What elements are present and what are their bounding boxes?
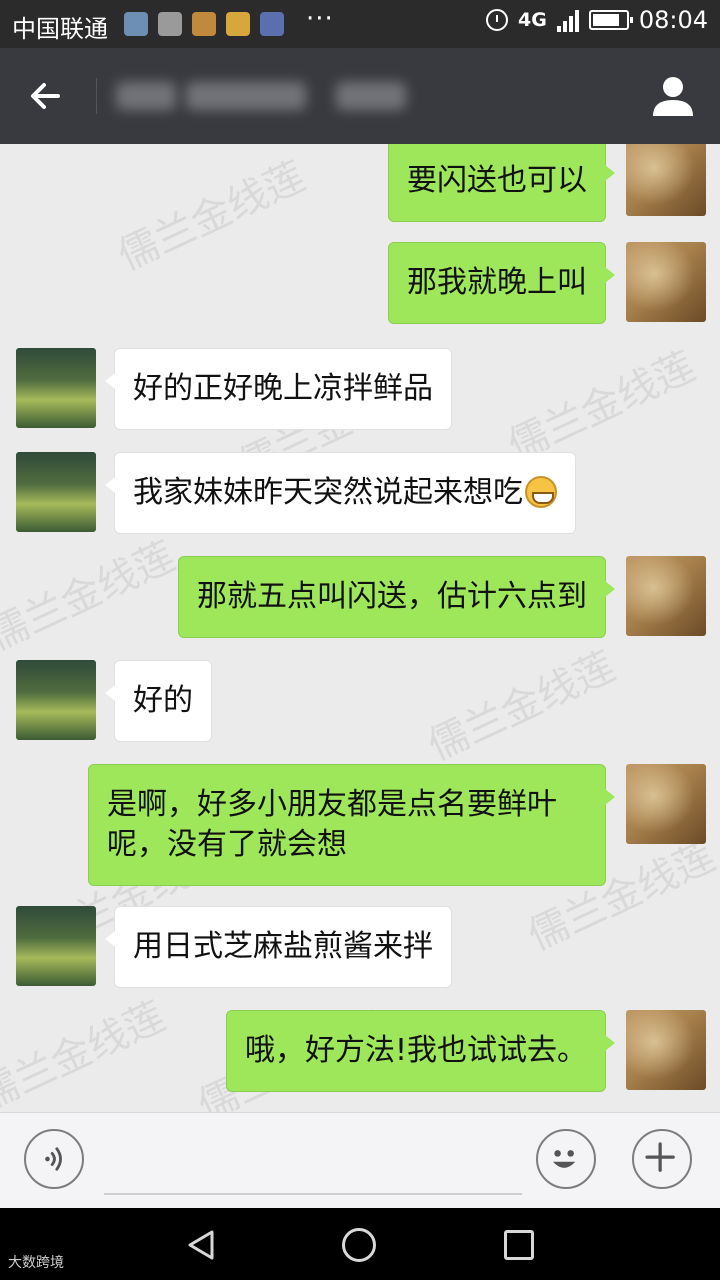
contact-name-blurred [116,74,416,118]
notification-icons [124,12,284,36]
watermark-text: 儒兰金线莲 [501,343,703,470]
back-arrow-icon[interactable] [22,72,70,120]
status-bar: 中国联通 ··· 4G 08:04 [0,0,720,48]
message-text: 那我就晚上叫 [407,265,587,300]
contact-profile-icon[interactable] [650,72,696,118]
my-message-bubble[interactable]: 那我就晚上叫 [388,242,615,324]
nav-recent-apps-icon[interactable] [504,1230,534,1260]
nav-home-icon[interactable] [342,1228,376,1262]
my-message-bubble[interactable]: 要闪送也可以 [388,144,615,222]
signal-icon [556,8,579,32]
chat-title-bar [0,48,720,144]
message-notification-icon [158,12,182,36]
contact-avatar[interactable] [16,348,96,428]
my-message-bubble[interactable]: 哦，好方法!我也试试去。 [225,1010,616,1092]
text-input-field[interactable] [104,1193,522,1195]
message-text: 好的 [133,683,193,718]
smiley-icon [552,1150,576,1168]
message-input-bar [0,1112,720,1209]
my-avatar[interactable] [626,764,706,844]
my-message-bubble[interactable]: 是啊，好多小朋友都是点名要鲜叶呢，没有了就会想 [88,764,615,886]
voice-icon [45,1147,62,1171]
message-text: 要闪送也可以 [407,163,587,198]
contact-message-bubble[interactable]: 我家妹妹昨天突然说起来想吃 [105,452,576,534]
alarm-icon [486,9,508,31]
contact-message-bubble[interactable]: 好的正好晚上凉拌鲜品 [105,348,452,430]
my-avatar[interactable] [626,242,706,322]
corner-watermark: 大数跨境 [8,1255,64,1271]
my-avatar[interactable] [626,144,706,216]
my-avatar[interactable] [626,1010,706,1090]
watermark-text: 儒兰金线莲 [0,993,173,1112]
voice-input-button[interactable] [24,1129,84,1189]
message-text: 好的正好晚上凉拌鲜品 [133,371,433,406]
my-message-bubble[interactable]: 那就五点叫闪送，估计六点到 [178,556,615,638]
status-time: 08:04 [638,6,708,34]
message-text: 用日式芝麻盐煎酱来拌 [133,929,433,964]
system-navigation-bar: 大数跨境 [0,1208,720,1280]
message-text: 我家妹妹昨天突然说起来想吃 [133,475,523,510]
watermark-text: 儒兰金线莲 [111,153,313,280]
calendar-notification-icon [260,12,284,36]
contact-avatar[interactable] [16,906,96,986]
emoji-button[interactable] [536,1129,596,1189]
message-text: 哦，好方法!我也试试去。 [244,1033,587,1068]
contact-message-bubble[interactable]: 好的 [105,660,212,742]
grinning-face-emoji-icon [525,476,557,508]
contact-message-bubble[interactable]: 用日式芝麻盐煎酱来拌 [105,906,452,988]
watermark-text: 儒兰金线莲 [0,533,183,660]
my-avatar[interactable] [626,556,706,636]
more-options-button[interactable] [632,1129,692,1189]
app-notification-icon [124,12,148,36]
battery-icon [588,10,633,30]
network-type: 4G [518,9,547,31]
contact-avatar[interactable] [16,660,96,740]
watermark-text: 儒兰金线莲 [421,643,623,770]
carrier-name: 中国联通 [12,15,108,43]
contact-avatar[interactable] [16,452,96,532]
mail-notification-icon [226,12,250,36]
nav-back-icon[interactable] [184,1228,218,1262]
title-divider [96,78,97,114]
more-notifications-icon: ··· [306,4,334,34]
message-text: 是啊，好多小朋友都是点名要鲜叶呢，没有了就会想 [107,787,557,862]
bag-notification-icon [192,12,216,36]
message-text: 那就五点叫闪送，估计六点到 [197,579,587,614]
plus-icon [645,1142,675,1172]
chat-message-list[interactable]: 儒兰金线莲 儒兰金线莲 儒兰金线莲 儒兰金线莲 儒兰金线莲 儒兰金线莲 儒兰金线… [0,144,720,1112]
